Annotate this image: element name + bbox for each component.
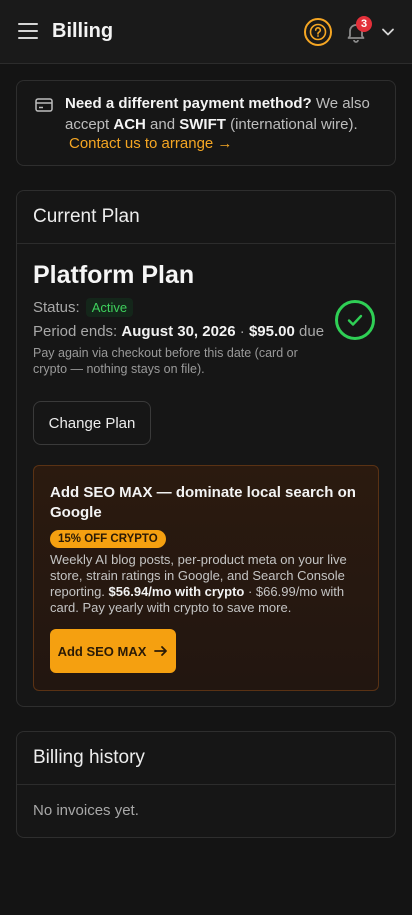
page-title: Billing	[52, 20, 114, 42]
credit-card-icon	[35, 98, 53, 112]
add-seo-max-button[interactable]: Add SEO MAX	[50, 629, 176, 673]
current-plan-card: Current Plan Platform Plan Status: Active…	[16, 190, 396, 707]
status-label: Status:	[33, 299, 80, 316]
menu-icon[interactable]	[18, 23, 38, 41]
status-row: Status: Active	[33, 298, 134, 317]
contact-us-link[interactable]: Contact us to arrange →	[69, 135, 232, 152]
empty-invoices-text: No invoices yet.	[33, 802, 139, 819]
notice-text: (international wire).	[225, 116, 358, 133]
change-plan-button[interactable]: Change Plan	[33, 401, 151, 445]
payment-method-text: Need a different payment method? We also…	[65, 93, 385, 135]
chevron-down-icon[interactable]	[380, 24, 396, 40]
status-badge: Active	[85, 298, 134, 317]
check-circle-icon	[335, 300, 375, 340]
help-icon[interactable]	[304, 18, 332, 46]
crypto-price: $56.94/mo with crypto	[108, 584, 245, 599]
ach-label: ACH	[113, 116, 146, 133]
period-label: Period ends:	[33, 323, 118, 340]
notice-heading: Need a different payment method?	[65, 95, 312, 112]
payment-method-notice: Need a different payment method? We also…	[16, 80, 396, 166]
current-plan-heading: Current Plan	[17, 191, 395, 244]
billing-history-card: Billing history No invoices yet.	[16, 731, 396, 838]
due-label: due	[294, 323, 325, 340]
top-bar: Billing 3	[0, 0, 412, 64]
separator: ·	[235, 323, 249, 340]
promo-description: Weekly AI blog posts, per-product meta o…	[50, 552, 368, 616]
period-end-date: August 30, 2026	[121, 323, 236, 340]
notification-count-badge: 3	[356, 16, 372, 32]
arrow-right-icon	[154, 646, 168, 656]
amount-due: $95.00	[248, 323, 295, 340]
add-seo-max-label: Add SEO MAX	[57, 643, 147, 659]
discount-badge: 15% OFF CRYPTO	[50, 530, 166, 548]
notice-text: and	[145, 116, 180, 133]
promo-title: Add SEO MAX — dominate local search on G…	[50, 484, 356, 521]
billing-history-heading: Billing history	[17, 732, 395, 785]
seo-max-promo: Add SEO MAX — dominate local search on G…	[33, 465, 379, 691]
plan-name: Platform Plan	[33, 261, 195, 289]
period-row: Period ends: August 30, 2026 · $95.00 du…	[33, 323, 324, 340]
payment-note: Pay again via checkout before this date …	[33, 346, 298, 376]
swift-label: SWIFT	[179, 116, 226, 133]
